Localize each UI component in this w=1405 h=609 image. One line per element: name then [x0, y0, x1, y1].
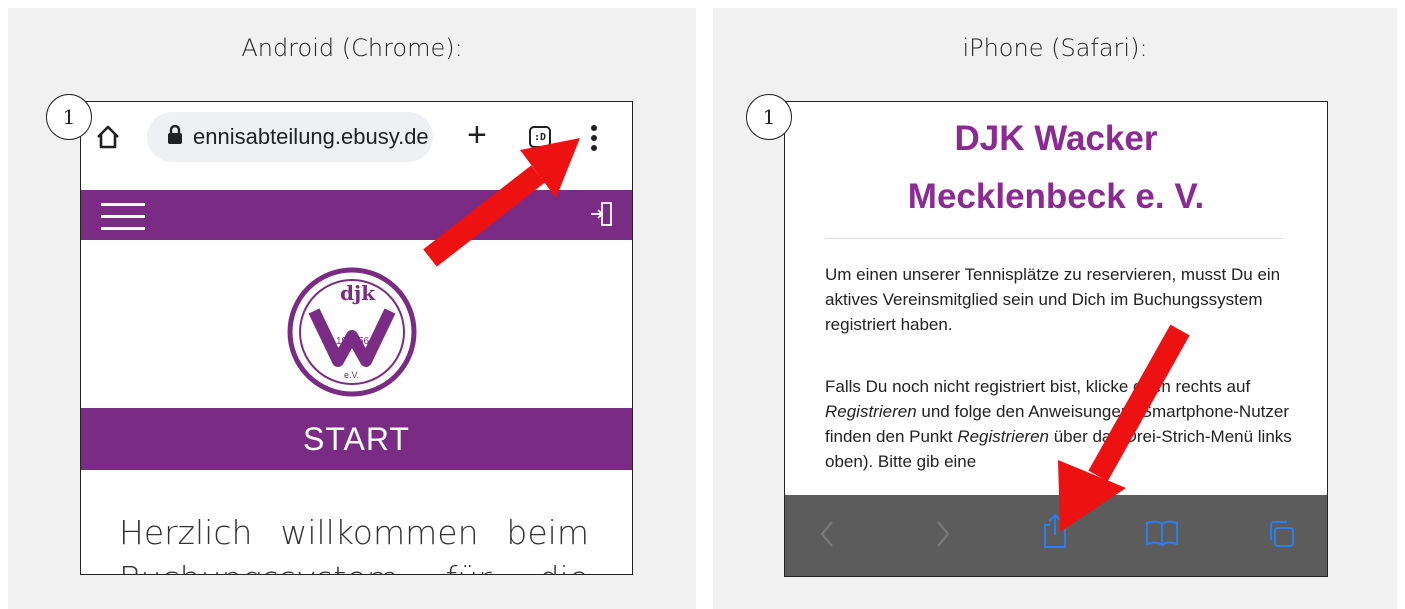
club-title-line1: DJK Wacker	[954, 119, 1158, 158]
club-logo: djk 19 56 e.V.	[286, 266, 418, 402]
lock-icon	[167, 124, 183, 149]
svg-text:19: 19	[336, 336, 348, 347]
address-bar[interactable]: ennisabteilung.ebusy.de	[147, 112, 433, 162]
hamburger-menu-icon[interactable]	[101, 200, 145, 236]
welcome-text-line2: Buchungssystem für die	[119, 556, 589, 574]
svg-text:56: 56	[358, 336, 370, 347]
start-banner: START	[81, 408, 632, 470]
club-title-line2: Mecklenbeck e. V.	[907, 177, 1205, 216]
forward-chevron-icon[interactable]	[935, 519, 951, 553]
android-panel-title: Android (Chrome):	[241, 34, 463, 62]
arrow-to-menu	[423, 138, 580, 267]
svg-text:djk: djk	[340, 281, 376, 305]
three-dot-menu-icon[interactable]	[590, 124, 598, 156]
iphone-panel-title: iPhone (Safari):	[962, 34, 1148, 62]
login-icon[interactable]	[590, 200, 614, 232]
welcome-text-line1: Herzlich willkommen beim	[119, 513, 589, 552]
address-bar-url: ennisabteilung.ebusy.de	[193, 124, 429, 149]
tabs-icon[interactable]	[1266, 519, 1296, 553]
step-badge-android: 1	[46, 94, 92, 140]
divider	[825, 238, 1283, 239]
step-badge-iphone: 1	[746, 94, 792, 140]
svg-text:e.V.: e.V.	[344, 370, 359, 380]
back-chevron-icon[interactable]	[819, 519, 835, 553]
arrow-to-share	[1058, 324, 1190, 532]
club-title: DJK Wacker Mecklenbeck e. V.	[785, 110, 1327, 226]
home-icon[interactable]	[95, 124, 121, 154]
